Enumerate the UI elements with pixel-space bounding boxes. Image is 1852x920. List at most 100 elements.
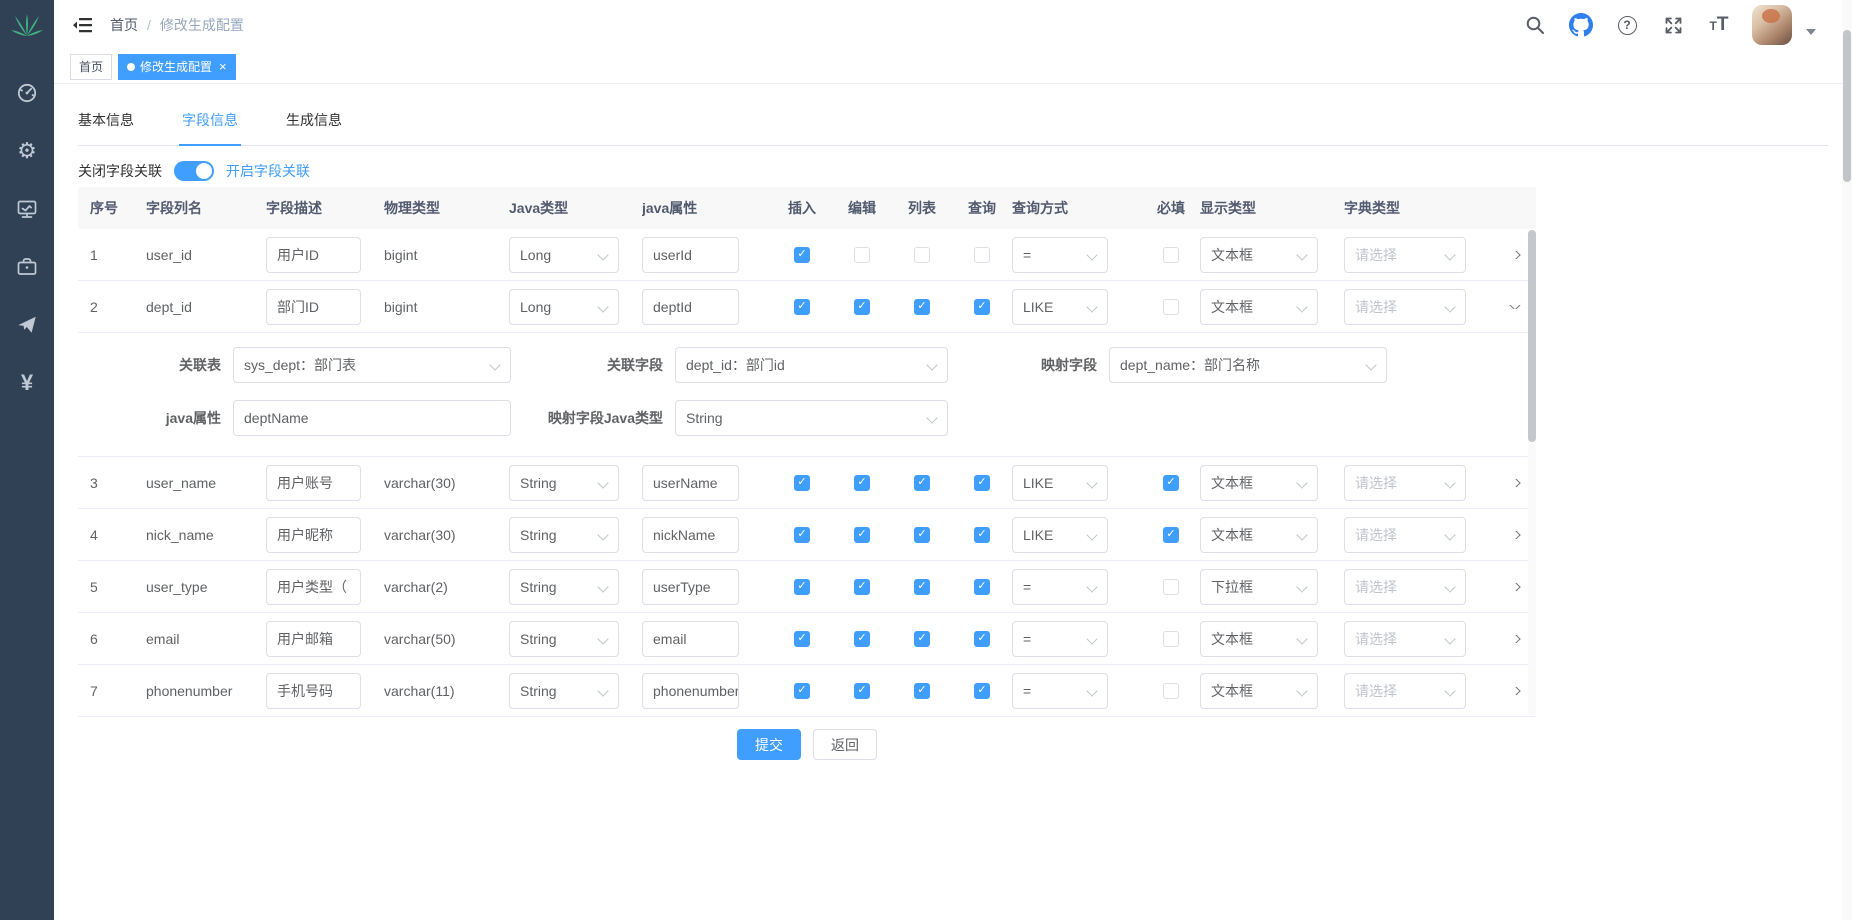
html-type-select[interactable]: 文本框 (1200, 517, 1318, 553)
java-type-select[interactable]: String (509, 517, 619, 553)
expand-row-icon[interactable] (1509, 251, 1520, 259)
edit-checkbox[interactable] (854, 247, 870, 263)
java-field-input[interactable]: userName (642, 465, 739, 501)
page-scrollbar-thumb[interactable] (1843, 30, 1851, 182)
tab-generate-info[interactable]: 生成信息 (286, 110, 342, 145)
sidebar-toggle-button[interactable] (70, 12, 96, 38)
html-type-select[interactable]: 文本框 (1200, 621, 1318, 657)
query-checkbox[interactable]: ✓ (974, 475, 990, 491)
query-checkbox[interactable] (974, 247, 990, 263)
edit-checkbox[interactable]: ✓ (854, 475, 870, 491)
dict-type-select[interactable]: 请选择 (1344, 465, 1466, 501)
list-checkbox[interactable]: ✓ (914, 527, 930, 543)
java-type-select[interactable]: String (509, 621, 619, 657)
fullscreen-button[interactable] (1660, 12, 1686, 38)
java-type-select[interactable]: String (509, 673, 619, 709)
github-button[interactable] (1568, 12, 1594, 38)
query-type-select[interactable]: = (1012, 569, 1108, 605)
dict-type-select[interactable]: 请选择 (1344, 673, 1466, 709)
edit-checkbox[interactable]: ✓ (854, 683, 870, 699)
expand-row-icon[interactable] (1509, 687, 1520, 695)
query-checkbox[interactable]: ✓ (974, 683, 990, 699)
java-type-select[interactable]: String (509, 465, 619, 501)
description-input[interactable]: 用户账号 (266, 465, 361, 501)
html-type-select[interactable]: 文本框 (1200, 289, 1318, 325)
expand-row-icon[interactable] (1509, 583, 1520, 591)
app-logo[interactable] (0, 0, 54, 50)
query-type-select[interactable]: = (1012, 621, 1108, 657)
dict-type-select[interactable]: 请选择 (1344, 621, 1466, 657)
submit-button[interactable]: 提交 (737, 729, 801, 760)
html-type-select[interactable]: 文本框 (1200, 237, 1318, 273)
required-checkbox[interactable]: ✓ (1163, 475, 1179, 491)
user-menu-caret-icon[interactable] (1806, 29, 1816, 35)
description-input[interactable]: 用户昵称 (266, 517, 361, 553)
java-type-select[interactable]: Long (509, 237, 619, 273)
table-scrollbar-thumb[interactable] (1528, 230, 1536, 442)
avatar[interactable] (1752, 5, 1792, 45)
java-type-select[interactable]: String (509, 569, 619, 605)
tag-close-icon[interactable]: × (219, 60, 227, 73)
dict-type-select[interactable]: 请选择 (1344, 569, 1466, 605)
list-checkbox[interactable]: ✓ (914, 683, 930, 699)
edit-checkbox[interactable]: ✓ (854, 527, 870, 543)
description-input[interactable]: 用户邮箱 (266, 621, 361, 657)
html-type-select[interactable]: 文本框 (1200, 673, 1318, 709)
font-size-button[interactable]: TT (1706, 12, 1732, 38)
required-checkbox[interactable] (1163, 683, 1179, 699)
insert-checkbox[interactable]: ✓ (794, 631, 810, 647)
insert-checkbox[interactable]: ✓ (794, 527, 810, 543)
java-field-input[interactable]: userType (642, 569, 739, 605)
java-field-input[interactable]: deptId (642, 289, 739, 325)
detail-input[interactable]: deptName (233, 400, 511, 436)
description-input[interactable]: 手机号码 (266, 673, 361, 709)
java-type-select[interactable]: Long (509, 289, 619, 325)
edit-checkbox[interactable]: ✓ (854, 631, 870, 647)
sidebar-item-system[interactable]: ⚙ (0, 122, 54, 180)
insert-checkbox[interactable]: ✓ (794, 579, 810, 595)
insert-checkbox[interactable]: ✓ (794, 683, 810, 699)
relation-toggle-switch[interactable] (174, 161, 214, 181)
dict-type-select[interactable]: 请选择 (1344, 289, 1466, 325)
help-button[interactable]: ? (1614, 12, 1640, 38)
detail-select[interactable]: dept_id：部门id (675, 347, 948, 383)
java-field-input[interactable]: email (642, 621, 739, 657)
detail-select[interactable]: dept_name：部门名称 (1109, 347, 1387, 383)
html-type-select[interactable]: 文本框 (1200, 465, 1318, 501)
required-checkbox[interactable]: ✓ (1163, 527, 1179, 543)
search-button[interactable] (1522, 12, 1548, 38)
expand-row-icon[interactable] (1509, 531, 1520, 539)
collapse-row-icon[interactable] (1509, 305, 1520, 309)
query-checkbox[interactable]: ✓ (974, 527, 990, 543)
list-checkbox[interactable]: ✓ (914, 299, 930, 315)
sidebar-item-tool[interactable] (0, 238, 54, 296)
required-checkbox[interactable] (1163, 247, 1179, 263)
list-checkbox[interactable]: ✓ (914, 631, 930, 647)
expand-row-icon[interactable] (1509, 635, 1520, 643)
tab-basic-info[interactable]: 基本信息 (78, 110, 134, 145)
query-type-select[interactable]: = (1012, 673, 1108, 709)
insert-checkbox[interactable]: ✓ (794, 475, 810, 491)
tag-home[interactable]: 首页 (70, 54, 112, 80)
java-field-input[interactable]: nickName (642, 517, 739, 553)
dict-type-select[interactable]: 请选择 (1344, 517, 1466, 553)
query-type-select[interactable]: LIKE (1012, 289, 1108, 325)
java-field-input[interactable]: phonenumber (642, 673, 739, 709)
sidebar-item-monitor[interactable] (0, 180, 54, 238)
query-checkbox[interactable]: ✓ (974, 299, 990, 315)
list-checkbox[interactable]: ✓ (914, 475, 930, 491)
sidebar-item-dashboard[interactable] (0, 64, 54, 122)
edit-checkbox[interactable]: ✓ (854, 299, 870, 315)
required-checkbox[interactable] (1163, 631, 1179, 647)
edit-checkbox[interactable]: ✓ (854, 579, 870, 595)
list-checkbox[interactable] (914, 247, 930, 263)
description-input[interactable]: 部门ID (266, 289, 361, 325)
sidebar-item-guide[interactable] (0, 296, 54, 354)
insert-checkbox[interactable]: ✓ (794, 299, 810, 315)
tag-current-page[interactable]: 修改生成配置 × (118, 54, 236, 80)
required-checkbox[interactable] (1163, 299, 1179, 315)
sidebar-item-pay[interactable]: ¥ (0, 354, 54, 412)
detail-select[interactable]: String (675, 400, 948, 436)
dict-type-select[interactable]: 请选择 (1344, 237, 1466, 273)
insert-checkbox[interactable]: ✓ (794, 247, 810, 263)
